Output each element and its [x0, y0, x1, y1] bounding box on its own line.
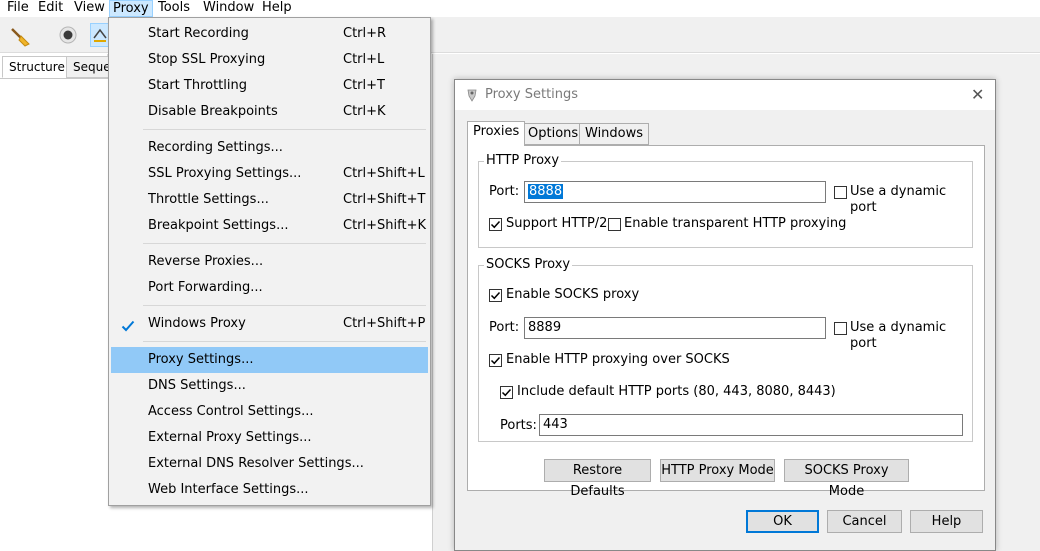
tab-windows[interactable]: Windows	[579, 123, 650, 145]
menu-item-web-interface-settings[interactable]: Web Interface Settings...	[111, 477, 428, 503]
proxy-menu-dropdown: Start Recording Ctrl+R Stop SSL Proxying…	[108, 17, 431, 506]
menu-item-external-dns-resolver-settings[interactable]: External DNS Resolver Settings...	[111, 451, 428, 477]
proxy-settings-dialog: Proxy Settings ✕ Proxies Options Windows…	[454, 79, 996, 551]
http-over-socks-label: Enable HTTP proxying over SOCKS	[506, 352, 730, 367]
menu-item-windows-proxy[interactable]: Windows Proxy Ctrl+Shift+P	[111, 311, 428, 337]
tab-structure[interactable]: Structure	[2, 56, 72, 78]
include-default-ports-label: Include default HTTP ports (80, 443, 808…	[517, 384, 836, 399]
menu-item-breakpoint-settings[interactable]: Breakpoint Settings... Ctrl+Shift+K	[111, 213, 428, 239]
throttle-icon[interactable]	[90, 23, 110, 47]
charles-app-icon	[465, 88, 479, 102]
socks-proxy-group: SOCKS Proxy Enable SOCKS proxy Port: 888…	[478, 257, 973, 442]
menu-item-external-proxy-settings[interactable]: External Proxy Settings...	[111, 425, 428, 451]
record-icon[interactable]	[56, 23, 80, 47]
menu-file[interactable]: File	[4, 0, 32, 17]
socks-port-label: Port:	[489, 320, 520, 335]
tab-proxies[interactable]: Proxies	[467, 121, 526, 146]
http-proxy-mode-button[interactable]: HTTP Proxy Mode	[660, 459, 775, 482]
dialog-title: Proxy Settings	[485, 87, 579, 102]
tab-options[interactable]: Options	[522, 123, 585, 145]
close-icon[interactable]: ✕	[971, 85, 984, 104]
menu-item-proxy-settings[interactable]: Proxy Settings...	[111, 347, 428, 373]
http-over-socks-checkbox[interactable]	[489, 354, 502, 367]
structure-tree[interactable]	[0, 78, 108, 551]
broom-icon[interactable]	[9, 23, 33, 47]
support-http2-label: Support HTTP/2	[506, 216, 608, 231]
transparent-proxy-checkbox[interactable]	[608, 218, 621, 231]
restore-defaults-button[interactable]: Restore Defaults	[544, 459, 651, 499]
menu-item-stop-ssl-proxying[interactable]: Stop SSL Proxying Ctrl+L	[111, 47, 428, 73]
socks-proxy-group-label: SOCKS Proxy	[484, 257, 573, 273]
enable-socks-checkbox[interactable]	[489, 289, 502, 302]
support-http2-checkbox[interactable]	[489, 218, 502, 231]
http-proxy-group: HTTP Proxy Port: 8888 Use a dynamic port…	[478, 153, 973, 248]
http-proxy-group-label: HTTP Proxy	[484, 153, 562, 169]
ok-button[interactable]: OK	[746, 510, 819, 533]
menu-edit[interactable]: Edit	[35, 0, 66, 17]
menu-proxy[interactable]: Proxy	[109, 0, 153, 17]
menu-item-access-control-settings[interactable]: Access Control Settings...	[111, 399, 428, 425]
menu-item-reverse-proxies[interactable]: Reverse Proxies...	[111, 249, 428, 275]
include-default-ports-checkbox[interactable]	[500, 386, 513, 399]
menu-bar: File Edit View Proxy Tools Window Help	[0, 0, 1040, 17]
cancel-button[interactable]: Cancel	[827, 510, 902, 533]
help-button[interactable]: Help	[910, 510, 983, 533]
transparent-proxy-label: Enable transparent HTTP proxying	[624, 216, 847, 231]
socks-dynamic-port-checkbox[interactable]	[834, 322, 847, 335]
socks-proxy-mode-button[interactable]: SOCKS Proxy Mode	[784, 459, 909, 499]
menu-view[interactable]: View	[71, 0, 108, 17]
session-left-pane: Structure Seque	[0, 54, 118, 551]
ports-label: Ports:	[500, 418, 537, 433]
menu-separator	[143, 129, 426, 130]
menu-item-port-forwarding[interactable]: Port Forwarding...	[111, 275, 428, 301]
menu-window[interactable]: Window	[200, 0, 257, 17]
http-port-input[interactable]: 8888	[524, 181, 826, 203]
dialog-title-bar[interactable]: Proxy Settings ✕	[455, 80, 995, 110]
socks-dynamic-port-label: Use a dynamic port	[850, 320, 947, 351]
http-dynamic-port-label: Use a dynamic port	[850, 184, 947, 215]
menu-item-ssl-proxying-settings[interactable]: SSL Proxying Settings... Ctrl+Shift+L	[111, 161, 428, 187]
proxies-tab-panel: HTTP Proxy Port: 8888 Use a dynamic port…	[467, 145, 985, 499]
http-port-label: Port:	[489, 184, 520, 199]
checkmark-icon	[121, 317, 135, 332]
menu-item-start-recording[interactable]: Start Recording Ctrl+R	[111, 21, 428, 47]
menu-item-dns-settings[interactable]: DNS Settings...	[111, 373, 428, 399]
menu-help[interactable]: Help	[259, 0, 295, 17]
menu-item-recording-settings[interactable]: Recording Settings...	[111, 135, 428, 161]
menu-tools[interactable]: Tools	[155, 0, 193, 17]
menu-item-disable-breakpoints[interactable]: Disable Breakpoints Ctrl+K	[111, 99, 428, 125]
enable-socks-label: Enable SOCKS proxy	[506, 287, 640, 302]
menu-item-start-throttling[interactable]: Start Throttling Ctrl+T	[111, 73, 428, 99]
ports-input[interactable]: 443	[539, 414, 963, 436]
http-dynamic-port-checkbox[interactable]	[834, 186, 847, 199]
menu-separator	[143, 341, 426, 342]
menu-separator	[143, 305, 426, 306]
socks-port-input[interactable]: 8889	[524, 317, 826, 339]
menu-item-throttle-settings[interactable]: Throttle Settings... Ctrl+Shift+T	[111, 187, 428, 213]
menu-separator	[143, 243, 426, 244]
